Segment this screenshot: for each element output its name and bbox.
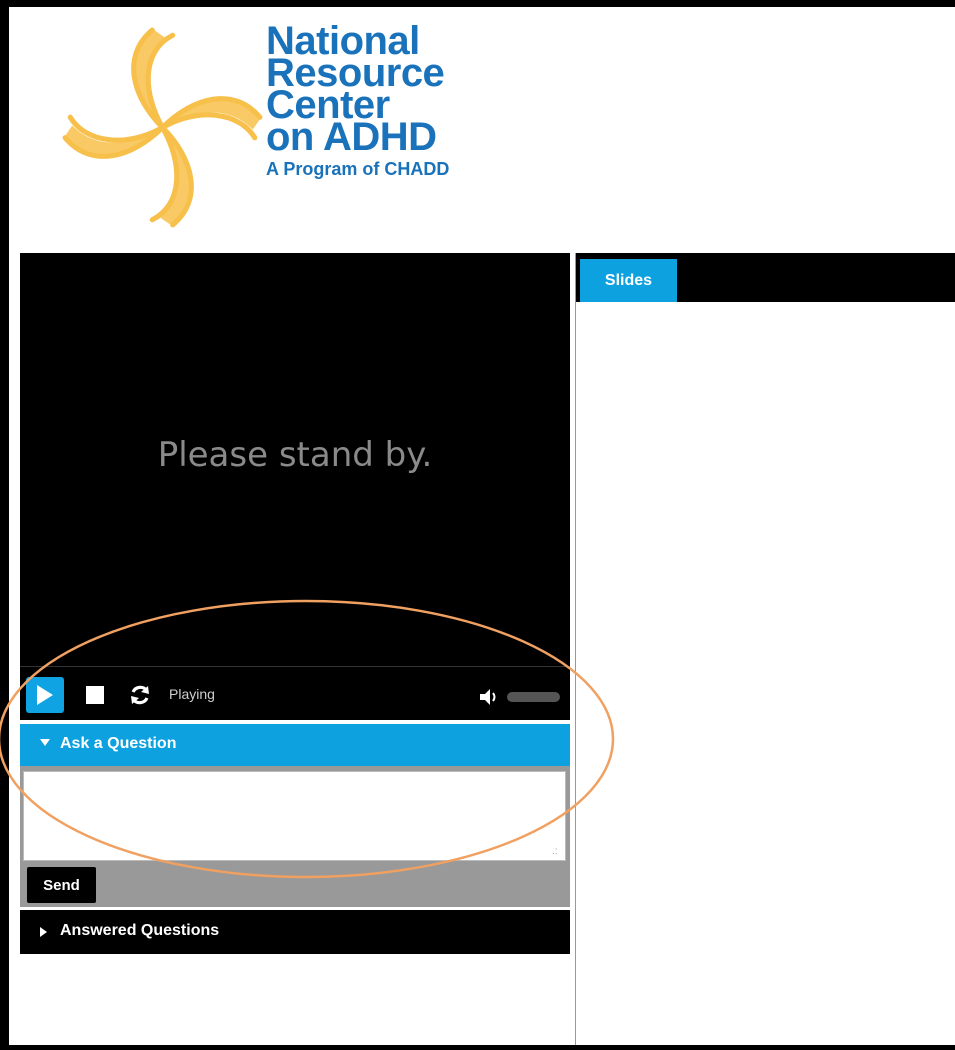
send-button[interactable]: Send	[27, 867, 96, 903]
tab-slides[interactable]: Slides	[580, 259, 677, 302]
pinwheel-logo-icon	[62, 27, 263, 228]
slides-panel: Slides	[575, 253, 955, 1045]
header: National Resource Center on ADHD A Progr…	[20, 7, 955, 253]
stop-button[interactable]	[86, 686, 104, 704]
player-controls: Playing	[20, 666, 570, 720]
volume-icon[interactable]	[480, 688, 500, 706]
ask-question-title: Ask a Question	[60, 735, 177, 752]
ask-question-panel: .: Send	[20, 766, 570, 907]
answered-questions-header[interactable]: Answered Questions	[20, 910, 570, 954]
standby-message: Please stand by.	[157, 435, 433, 475]
video-area[interactable]: Please stand by.	[20, 253, 570, 666]
question-input[interactable]	[23, 771, 566, 861]
webcast-frame: National Resource Center on ADHD A Progr…	[9, 7, 955, 1045]
ask-question-header[interactable]: Ask a Question	[20, 724, 570, 766]
caret-down-icon	[40, 739, 50, 746]
play-icon	[37, 685, 53, 705]
player-column: Please stand by. Playing Ask a Question …	[20, 253, 570, 1045]
reload-icon[interactable]	[128, 683, 152, 707]
brand-subtitle: A Program of CHADD	[266, 159, 450, 179]
play-button[interactable]	[26, 677, 64, 713]
resize-grip-icon[interactable]: .:	[552, 847, 558, 857]
brand-wordmark: National Resource Center on ADHD A Progr…	[266, 21, 450, 182]
brand-line-4: on ADHD	[266, 115, 437, 159]
answered-questions-title: Answered Questions	[60, 922, 220, 939]
caret-right-icon	[40, 927, 47, 937]
slides-tab-bar: Slides	[576, 253, 955, 302]
playback-status: Playing	[169, 686, 215, 702]
volume-slider[interactable]	[507, 692, 560, 702]
